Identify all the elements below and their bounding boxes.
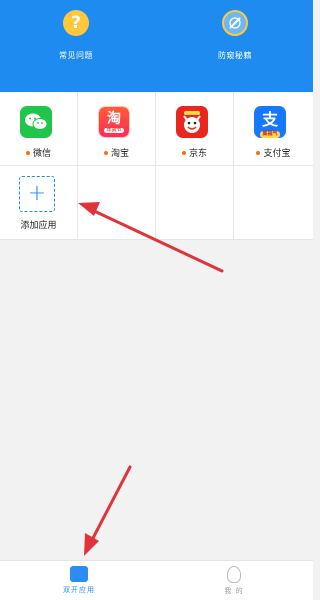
update-dot: [181, 150, 186, 155]
dual-apps-icon: [70, 566, 88, 582]
app-label-jd: 京东: [188, 149, 207, 159]
question-icon: ?: [63, 10, 89, 36]
empty-tile: [78, 166, 156, 240]
taobao-tag: 年货节: [104, 126, 124, 133]
app-label-wechat: 微信: [32, 149, 51, 159]
app-tile-taobao[interactable]: 淘年货节 淘宝: [78, 92, 156, 166]
add-app-label: 添加应用: [20, 221, 57, 231]
app-tile-wechat[interactable]: 微信: [0, 92, 78, 166]
privacy-guide-label: 防窥秘籍: [218, 51, 252, 60]
add-app-button[interactable]: +: [19, 176, 55, 212]
taobao-glyph: 淘: [107, 110, 121, 127]
bottom-tab-bar: 双开应用 我 的: [0, 560, 313, 600]
empty-tile: [234, 166, 313, 240]
tab-dual-apps[interactable]: 双开应用: [39, 561, 119, 600]
jd-icon: [176, 106, 208, 138]
arrow-to-dual-apps-tab: [84, 465, 132, 556]
empty-tile: [156, 166, 234, 240]
update-dot: [103, 150, 108, 155]
alipay-icon: 支 集福气: [254, 106, 286, 138]
update-dot: [256, 150, 261, 155]
app-tile-jd[interactable]: 京东: [156, 92, 234, 166]
app-tile-alipay[interactable]: 支 集福气 支付宝: [234, 92, 313, 166]
taobao-icon: 淘年货节: [98, 106, 130, 138]
wechat-icon: [20, 106, 52, 138]
alipay-glyph: 支: [261, 110, 278, 129]
app-label-alipay: 支付宝: [263, 149, 291, 159]
faq-button[interactable]: ? 常见问题: [31, 10, 121, 61]
app-label-taobao: 淘宝: [110, 149, 129, 159]
tab-me-label: 我 的: [224, 587, 244, 595]
update-dot: [25, 150, 30, 155]
profile-icon: [227, 566, 241, 583]
shield-guard-icon: [222, 10, 248, 36]
add-app-tile[interactable]: + 添加应用: [0, 166, 78, 240]
privacy-guide-button[interactable]: 防窥秘籍: [190, 10, 280, 61]
faq-label: 常见问题: [59, 51, 93, 60]
app-grid: 微信 淘年货节 淘宝 京东 支 集福气 支付宝 + 添加应用: [0, 92, 313, 240]
alipay-tag: 集福气: [260, 131, 280, 138]
header-bar: ? 常见问题 防窥秘籍: [0, 0, 313, 92]
tab-dual-apps-label: 双开应用: [63, 586, 95, 594]
tab-me[interactable]: 我 的: [194, 561, 274, 600]
